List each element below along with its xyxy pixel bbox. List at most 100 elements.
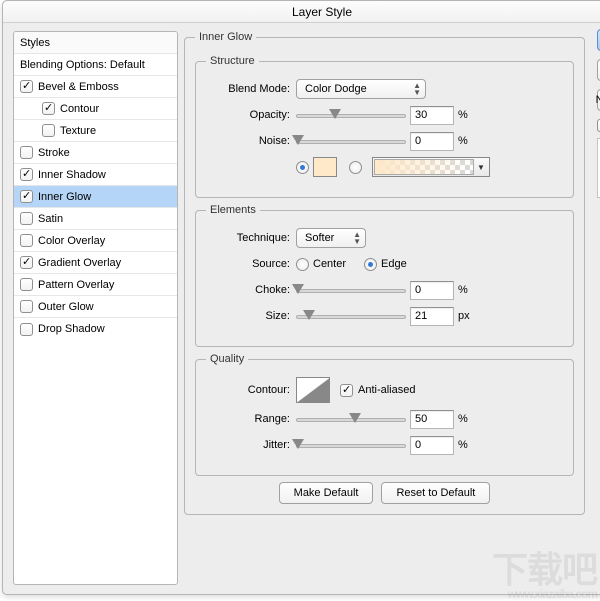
sidebar-checkbox[interactable] <box>42 102 55 115</box>
range-slider[interactable] <box>296 411 406 427</box>
noise-slider[interactable] <box>296 133 406 149</box>
range-unit: % <box>458 413 468 425</box>
elements-legend: Elements <box>206 204 260 216</box>
sidebar-item-drop-shadow[interactable]: Drop Shadow <box>14 318 177 340</box>
sidebar-item-label: Drop Shadow <box>38 323 105 335</box>
choke-row: Choke: 0 % <box>206 280 563 300</box>
noise-input[interactable]: 0 <box>410 132 454 151</box>
contour-row: Contour: Anti-aliased <box>206 377 563 403</box>
source-row: Source: Center Edge <box>206 254 563 274</box>
sidebar-blending-options[interactable]: Blending Options: Default <box>14 54 177 76</box>
antialias-checkbox[interactable] <box>340 384 353 397</box>
fill-gradient-radio[interactable] <box>349 161 362 174</box>
sidebar-item-color-overlay[interactable]: Color Overlay <box>14 230 177 252</box>
sidebar-item-outer-glow[interactable]: Outer Glow <box>14 296 177 318</box>
sidebar-item-label: Contour <box>60 103 99 115</box>
sidebar-checkbox[interactable] <box>20 190 33 203</box>
size-input[interactable]: 21 <box>410 307 454 326</box>
sidebar-checkbox[interactable] <box>20 256 33 269</box>
size-label: Size: <box>206 310 296 322</box>
structure-legend: Structure <box>206 55 259 67</box>
choke-input[interactable]: 0 <box>410 281 454 300</box>
styles-sidebar: Styles Blending Options: Default Bevel &… <box>13 31 178 585</box>
sidebar-item-bevel-emboss[interactable]: Bevel & Emboss <box>14 76 177 98</box>
source-edge-radio[interactable] <box>364 258 377 271</box>
quality-group: Quality Contour: Anti-aliased Range: 50 <box>195 353 574 476</box>
quality-legend: Quality <box>206 353 248 365</box>
inner-glow-group: Inner Glow Structure Blend Mode: Color D… <box>184 31 585 515</box>
blending-options-label: Blending Options: Default <box>20 59 145 71</box>
jitter-input[interactable]: 0 <box>410 436 454 455</box>
opacity-unit: % <box>458 109 468 121</box>
sidebar-item-inner-shadow[interactable]: Inner Shadow <box>14 164 177 186</box>
technique-value: Softer <box>305 232 334 244</box>
gradient-picker[interactable]: ▼ <box>372 157 490 177</box>
sidebar-item-satin[interactable]: Satin <box>14 208 177 230</box>
jitter-unit: % <box>458 439 468 451</box>
contour-label: Contour: <box>206 384 296 396</box>
sidebar-checkbox[interactable] <box>20 300 33 313</box>
sidebar-header-label: Styles <box>20 37 50 49</box>
jitter-label: Jitter: <box>206 439 296 451</box>
source-edge-label: Edge <box>381 258 407 270</box>
updown-icon: ▲▼ <box>353 231 361 245</box>
sidebar-item-inner-glow[interactable]: Inner Glow <box>14 186 177 208</box>
sidebar-item-label: Inner Glow <box>38 191 91 203</box>
range-input[interactable]: 50 <box>410 410 454 429</box>
content-area: Styles Blending Options: Default Bevel &… <box>3 23 600 593</box>
sidebar-item-label: Texture <box>60 125 96 137</box>
choke-slider[interactable] <box>296 282 406 298</box>
sidebar-item-texture[interactable]: Texture <box>14 120 177 142</box>
size-unit: px <box>458 310 470 322</box>
sidebar-item-label: Outer Glow <box>38 301 94 313</box>
opacity-slider[interactable] <box>296 107 406 123</box>
sidebar-item-pattern-overlay[interactable]: Pattern Overlay <box>14 274 177 296</box>
chevron-down-icon[interactable]: ▼ <box>474 163 488 172</box>
noise-row: Noise: 0 % <box>206 131 563 151</box>
sidebar-item-label: Stroke <box>38 147 70 159</box>
choke-unit: % <box>458 284 468 296</box>
sidebar-checkbox[interactable] <box>20 278 33 291</box>
opacity-input[interactable]: 30 <box>410 106 454 125</box>
sidebar-checkbox[interactable] <box>20 146 33 159</box>
jitter-row: Jitter: 0 % <box>206 435 563 455</box>
sidebar-checkbox[interactable] <box>20 80 33 93</box>
sidebar-item-label: Satin <box>38 213 63 225</box>
sidebar-checkbox[interactable] <box>20 212 33 225</box>
contour-picker[interactable] <box>296 377 330 403</box>
layer-style-dialog: Layer Style Styles Blending Options: Def… <box>2 0 600 595</box>
blend-mode-label: Blend Mode: <box>206 83 296 95</box>
range-row: Range: 50 % <box>206 409 563 429</box>
opacity-row: Opacity: 30 % <box>206 105 563 125</box>
source-center-radio[interactable] <box>296 258 309 271</box>
make-default-button[interactable]: Make Default <box>279 482 374 504</box>
sidebar-item-stroke[interactable]: Stroke <box>14 142 177 164</box>
sidebar-header[interactable]: Styles <box>14 32 177 54</box>
blend-mode-value: Color Dodge <box>305 83 367 95</box>
window-title: Layer Style <box>3 1 600 23</box>
sidebar-item-label: Color Overlay <box>38 235 105 247</box>
sidebar-checkbox[interactable] <box>20 168 33 181</box>
solid-color-swatch[interactable] <box>313 157 337 177</box>
range-label: Range: <box>206 413 296 425</box>
source-center-label: Center <box>313 258 346 270</box>
noise-label: Noise: <box>206 135 296 147</box>
sidebar-checkbox[interactable] <box>42 124 55 137</box>
sidebar-item-label: Pattern Overlay <box>38 279 114 291</box>
sidebar-item-contour[interactable]: Contour <box>14 98 177 120</box>
choke-label: Choke: <box>206 284 296 296</box>
technique-select[interactable]: Softer ▲▼ <box>296 228 366 248</box>
sidebar-checkbox[interactable] <box>20 234 33 247</box>
blend-mode-select[interactable]: Color Dodge ▲▼ <box>296 79 426 99</box>
elements-group: Elements Technique: Softer ▲▼ Source: Ce… <box>195 204 574 347</box>
fill-solid-radio[interactable] <box>296 161 309 174</box>
sidebar-item-label: Inner Shadow <box>38 169 106 181</box>
reset-default-button[interactable]: Reset to Default <box>381 482 490 504</box>
sidebar-item-gradient-overlay[interactable]: Gradient Overlay <box>14 252 177 274</box>
sidebar-checkbox[interactable] <box>20 323 33 336</box>
source-label: Source: <box>206 258 296 270</box>
technique-row: Technique: Softer ▲▼ <box>206 228 563 248</box>
size-slider[interactable] <box>296 308 406 324</box>
jitter-slider[interactable] <box>296 437 406 453</box>
dialog-buttons: OK Cancel New Style... Preview <box>591 23 600 593</box>
